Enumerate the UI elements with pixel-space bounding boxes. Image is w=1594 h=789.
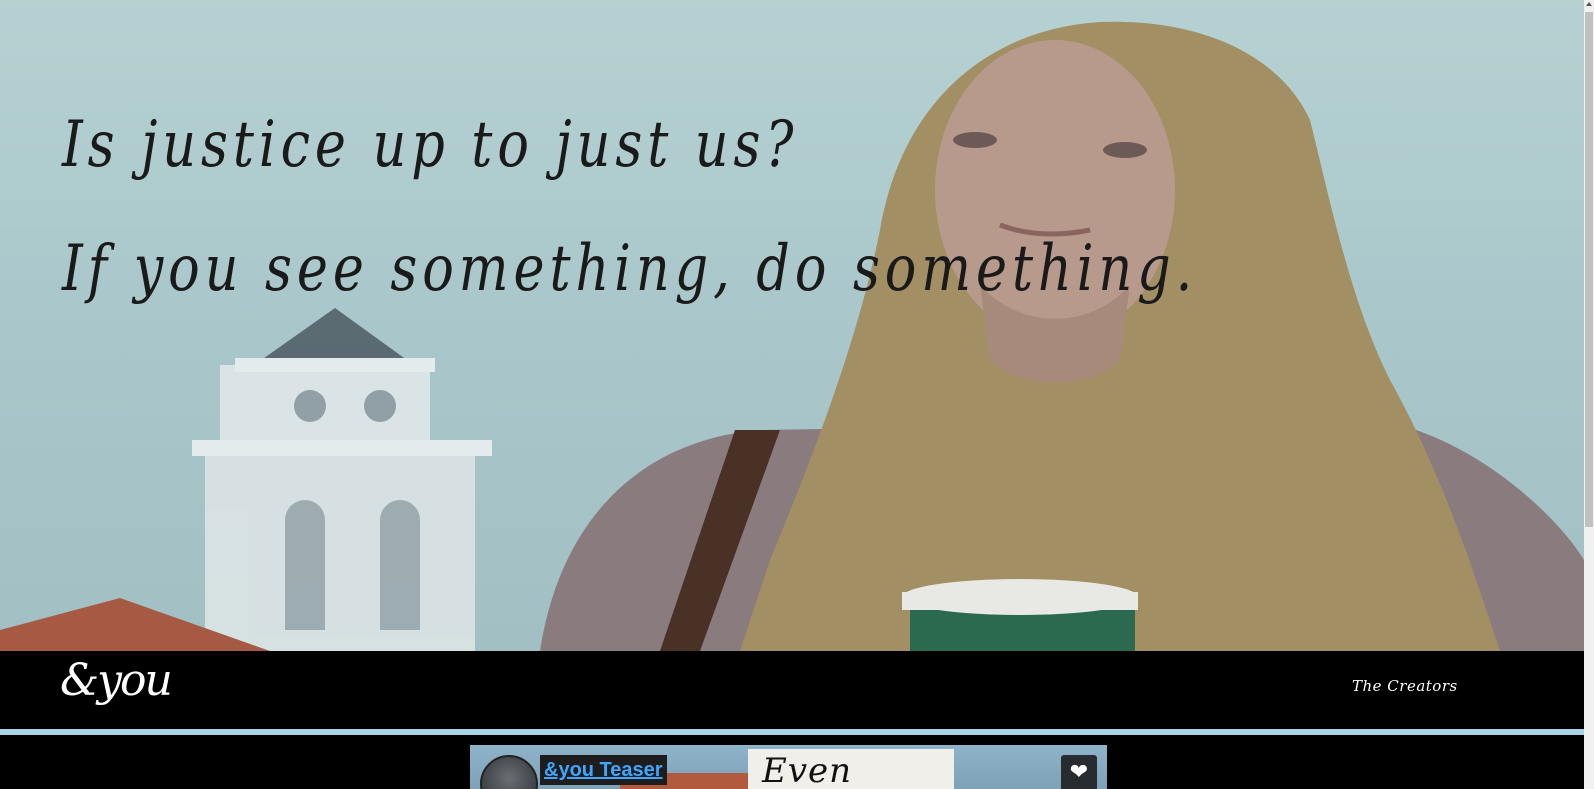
like-button[interactable]: ❤	[1061, 755, 1097, 789]
video-title-link[interactable]: &you Teaser	[540, 755, 667, 785]
main-navbar: &you The Creators	[0, 651, 1584, 729]
video-section: &you Teaser Even when ❤	[0, 735, 1584, 789]
video-thumbnail-sign: Even when	[748, 749, 954, 789]
hero-headline-call-to-action: If you see something, do something.	[62, 232, 1198, 306]
hero-headline-question: Is justice up to just us?	[62, 108, 799, 182]
hero-background-image	[0, 21, 1584, 651]
channel-avatar[interactable]	[480, 755, 538, 789]
heart-icon: ❤	[1069, 760, 1089, 785]
scrollbar-thumb[interactable]	[1585, 12, 1593, 527]
hero-section: Is justice up to just us? If you see som…	[0, 0, 1584, 651]
site-logo[interactable]: &you	[60, 655, 173, 706]
page-scrollbar[interactable]	[1584, 0, 1594, 789]
scroll-up-arrow-icon[interactable]	[1586, 2, 1592, 6]
video-player[interactable]: &you Teaser Even when ❤	[470, 745, 1107, 789]
nav-link-the-creators[interactable]: The Creators	[1352, 677, 1458, 695]
